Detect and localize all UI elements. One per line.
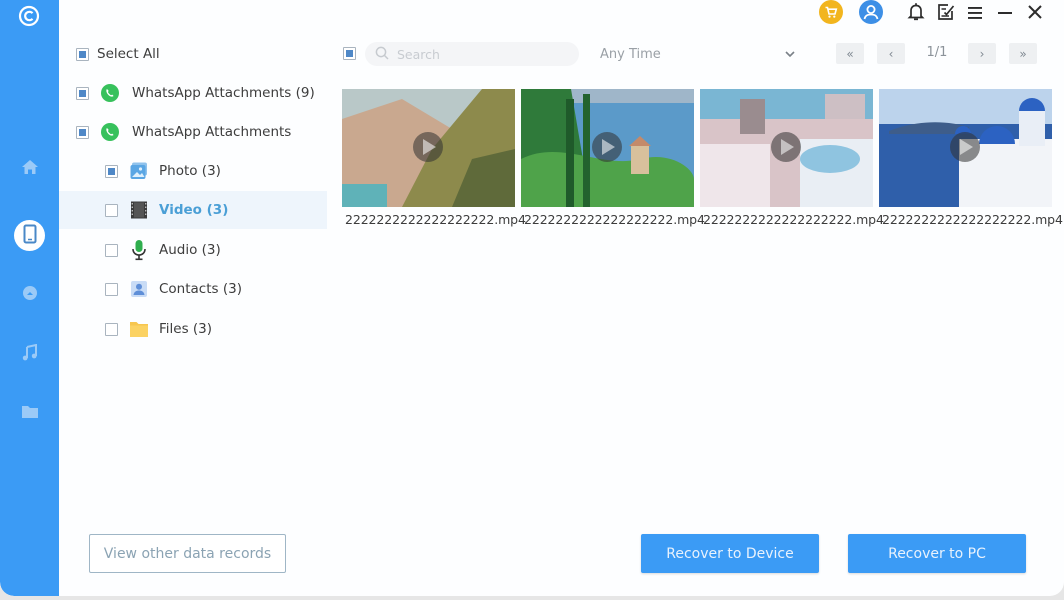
sidebar bbox=[0, 0, 59, 596]
close-button[interactable] bbox=[1027, 2, 1043, 26]
video-thumbnail[interactable] bbox=[521, 89, 694, 207]
microphone-icon bbox=[129, 240, 149, 261]
menu-icon bbox=[967, 5, 983, 24]
play-icon bbox=[592, 132, 622, 162]
video-thumbnail[interactable] bbox=[700, 89, 873, 207]
tree-item-photo[interactable]: Photo (3) bbox=[59, 152, 327, 190]
thumbnail-image bbox=[342, 89, 515, 207]
search-icon bbox=[375, 45, 389, 64]
account-button[interactable] bbox=[859, 0, 883, 28]
view-other-records-button[interactable]: View other data records bbox=[89, 534, 286, 573]
user-icon bbox=[859, 0, 883, 28]
minimize-button[interactable] bbox=[997, 2, 1013, 26]
search-input[interactable] bbox=[397, 46, 567, 62]
tree-item-label: WhatsApp Attachments (9) bbox=[132, 85, 315, 101]
contact-icon bbox=[129, 279, 149, 299]
tree-item-label: Video (3) bbox=[159, 202, 229, 218]
file-name: 2222222222222222222.mp4 bbox=[524, 212, 705, 227]
thumbnail-image bbox=[879, 89, 1052, 207]
prev-page-button[interactable]: ‹ bbox=[877, 43, 905, 64]
sidebar-item-device[interactable] bbox=[14, 220, 45, 251]
app-window: Select All WhatsApp Attachments (9) What… bbox=[0, 0, 1064, 596]
tree-item-checkbox[interactable] bbox=[105, 243, 118, 257]
time-filter-value: Any Time bbox=[600, 46, 661, 62]
tree-item-contacts[interactable]: Contacts (3) bbox=[59, 270, 327, 308]
tree-item-checkbox[interactable] bbox=[105, 164, 118, 178]
feedback-icon bbox=[937, 3, 955, 25]
tree-item-whatsapp-attachments[interactable]: WhatsApp Attachments bbox=[59, 113, 327, 151]
bell-icon bbox=[907, 2, 925, 26]
video-thumbnail[interactable] bbox=[879, 89, 1052, 207]
home-icon bbox=[21, 159, 39, 179]
select-all-row[interactable]: Select All bbox=[59, 35, 327, 73]
tree-item-video[interactable]: Video (3) bbox=[59, 191, 327, 229]
cart-icon bbox=[819, 0, 843, 28]
tree-item-checkbox[interactable] bbox=[105, 282, 118, 296]
photo-icon bbox=[129, 161, 149, 181]
minimize-icon bbox=[997, 5, 1013, 24]
next-page-button[interactable]: › bbox=[968, 43, 996, 64]
tree-item-checkbox[interactable] bbox=[105, 203, 118, 217]
chevron-down-icon bbox=[784, 47, 796, 62]
tree-item-label: Contacts (3) bbox=[159, 281, 242, 297]
recover-to-device-button[interactable]: Recover to Device bbox=[641, 534, 819, 573]
last-page-button[interactable]: » bbox=[1009, 43, 1037, 64]
notifications-button[interactable] bbox=[907, 2, 925, 26]
whatsapp-icon bbox=[100, 83, 120, 103]
category-tree-panel: Select All WhatsApp Attachments (9) What… bbox=[59, 0, 327, 596]
tree-item-label: Files (3) bbox=[159, 321, 213, 337]
sidebar-item-home[interactable] bbox=[14, 153, 45, 184]
search-field[interactable] bbox=[365, 42, 579, 66]
app-logo-icon bbox=[17, 4, 41, 28]
menu-button[interactable] bbox=[967, 2, 983, 26]
folder-icon bbox=[129, 319, 149, 339]
select-all-label: Select All bbox=[97, 46, 160, 62]
tree-item-checkbox[interactable] bbox=[105, 322, 118, 336]
select-all-checkbox[interactable] bbox=[76, 47, 89, 61]
tree-item-files[interactable]: Files (3) bbox=[59, 310, 327, 348]
tree-item-checkbox[interactable] bbox=[76, 125, 89, 139]
whatsapp-icon bbox=[100, 122, 120, 142]
recover-to-pc-button[interactable]: Recover to PC bbox=[848, 534, 1026, 573]
tree-item-checkbox[interactable] bbox=[76, 86, 89, 100]
sidebar-item-music[interactable] bbox=[14, 339, 45, 370]
tablet-icon bbox=[23, 224, 37, 248]
sidebar-item-cloud[interactable] bbox=[14, 279, 45, 310]
close-icon bbox=[1027, 4, 1043, 24]
page-indicator: 1/1 bbox=[926, 45, 948, 60]
cart-button[interactable] bbox=[819, 0, 843, 28]
tree-item-label: WhatsApp Attachments bbox=[132, 124, 292, 140]
play-icon bbox=[950, 132, 980, 162]
time-filter-dropdown[interactable]: Any Time bbox=[592, 42, 804, 66]
folder-icon bbox=[21, 404, 39, 423]
feedback-button[interactable] bbox=[937, 2, 955, 26]
tree-item-whatsapp-attachments-all[interactable]: WhatsApp Attachments (9) bbox=[59, 74, 327, 112]
cloud-icon bbox=[21, 285, 39, 305]
thumbnail-image bbox=[521, 89, 694, 207]
video-thumbnail[interactable] bbox=[342, 89, 515, 207]
tree-item-audio[interactable]: Audio (3) bbox=[59, 231, 327, 269]
file-name: 2222222222222222222.mp4 bbox=[882, 212, 1063, 227]
play-icon bbox=[771, 132, 801, 162]
thumbnail-image bbox=[700, 89, 873, 207]
first-page-button[interactable]: « bbox=[836, 43, 864, 64]
file-name: 2222222222222222222.mp4 bbox=[703, 212, 884, 227]
select-all-files-checkbox[interactable] bbox=[343, 47, 356, 60]
sidebar-item-files[interactable] bbox=[14, 398, 45, 429]
file-name: 2222222222222222222.mp4 bbox=[345, 212, 526, 227]
tree-item-label: Audio (3) bbox=[159, 242, 221, 258]
video-icon bbox=[129, 200, 149, 220]
tree-item-label: Photo (3) bbox=[159, 163, 221, 179]
music-note-icon bbox=[22, 343, 38, 365]
play-icon bbox=[413, 132, 443, 162]
